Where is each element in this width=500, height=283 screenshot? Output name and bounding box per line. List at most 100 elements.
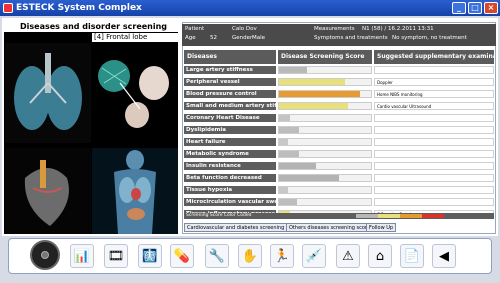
lung-model-image[interactable]: [5, 43, 91, 143]
disease-name: Beta function decreased: [184, 174, 276, 182]
score-bar: [278, 162, 372, 170]
score-bar: [278, 150, 372, 158]
disease-name: Metabolic syndrome: [184, 150, 276, 158]
tab-other-diseases[interactable]: Others diseases screening score: [286, 223, 373, 232]
suggested-examination: [374, 138, 494, 146]
back-icon[interactable]: ◀: [432, 244, 456, 268]
suggested-examination: [374, 174, 494, 182]
runner-icon[interactable]: 🏃: [270, 244, 294, 268]
score-bar: [278, 102, 372, 110]
suggested-examination: [374, 66, 494, 74]
score-bar-fill: [279, 91, 360, 97]
film-icon[interactable]: 🎞: [104, 244, 128, 268]
score-bar: [278, 174, 372, 182]
table-row[interactable]: Metabolic syndrome: [184, 150, 494, 159]
syringe-icon[interactable]: 💉: [302, 244, 326, 268]
title-bar: ESTECK System Complex _ □ ×: [0, 0, 500, 16]
maximize-button[interactable]: □: [468, 2, 482, 14]
table-row[interactable]: Tissue hypoxia: [184, 186, 494, 195]
suggested-examination: [374, 126, 494, 134]
visualization-title: Diseases and disorder screening modeling: [4, 22, 178, 41]
disease-name: Coronary Heart Disease: [184, 114, 276, 122]
suggested-examination: [374, 198, 494, 206]
score-bar-fill: [279, 151, 300, 157]
body-model-image[interactable]: [92, 148, 178, 234]
score-bar: [278, 78, 372, 86]
patient-info-bar: Patient Calo Dov Age 52 Gender Male Meas…: [182, 24, 496, 46]
suggested-examination: Doppler: [374, 78, 494, 86]
column-header-suggestions: Suggested supplementary examinations: [374, 50, 494, 64]
column-header-diseases: Diseases: [184, 50, 276, 64]
pill-icon[interactable]: 💊: [170, 244, 194, 268]
suggested-examination: [374, 114, 494, 122]
table-row[interactable]: Beta function decreased: [184, 174, 494, 183]
score-bar-fill: [279, 115, 291, 121]
table-row[interactable]: Dyslipidemia: [184, 126, 494, 135]
table-row[interactable]: Peripheral vessel Doppler: [184, 78, 494, 87]
symptoms-label: Symptoms and treatments: [314, 35, 388, 41]
table-row[interactable]: Insulin resistance: [184, 162, 494, 171]
score-bar-fill: [279, 187, 289, 193]
suggested-examination: [374, 186, 494, 194]
column-header-score: Disease Screening Score: [278, 50, 372, 64]
tab-cardiovascular-diabetes[interactable]: Cardiovascular and diabetes screening sc…: [184, 223, 303, 232]
score-bar-fill: [279, 79, 346, 85]
score-bar-fill: [279, 175, 339, 181]
tools-icon[interactable]: 🔧: [205, 244, 229, 268]
pdf-icon[interactable]: 📄: [400, 244, 424, 268]
disease-name: Dyslipidemia: [184, 126, 276, 134]
close-button[interactable]: ×: [484, 2, 498, 14]
jog-dial-icon[interactable]: [30, 240, 60, 270]
score-bar: [278, 66, 372, 74]
hand-icon[interactable]: ✋: [238, 244, 262, 268]
table-row[interactable]: Large artery stiffness: [184, 66, 494, 75]
disease-name: Peripheral vessel: [184, 78, 276, 86]
legend-label: Screening Score Color Coded: [186, 213, 252, 218]
legend-swatch: [378, 214, 400, 218]
patient-label: Patient: [185, 26, 205, 32]
legend-swatch: [356, 214, 378, 218]
screening-tabs: Cardiovascular and diabetes screening sc…: [184, 223, 494, 232]
app-icon: [3, 3, 13, 13]
table-row[interactable]: Microcirculation vascular swelling: [184, 198, 494, 207]
brain-model-image[interactable]: [92, 43, 178, 143]
disease-name: Insulin resistance: [184, 162, 276, 170]
score-bar-fill: [279, 199, 298, 205]
suggested-examination: Cardio vascular Ultrasound: [374, 102, 494, 110]
score-bar-fill: [279, 139, 289, 145]
gender-label: Gender: [232, 35, 253, 41]
heart-model-image[interactable]: [5, 148, 91, 234]
measurements-value: N1 (58) / 16.2.2011 13:31: [362, 26, 434, 32]
table-row[interactable]: Small and medium artery stiffness Cardio …: [184, 102, 494, 111]
disease-name: Small and medium artery stiffness: [184, 102, 276, 110]
disease-name: Heart failure: [184, 138, 276, 146]
legend-swatch: [400, 214, 422, 218]
score-bar-fill: [279, 67, 307, 73]
tab-follow-up[interactable]: Follow Up: [366, 223, 397, 232]
suggested-examination: [374, 162, 494, 170]
symptoms-value: No symptom, no treatment: [392, 35, 467, 41]
scan-icon[interactable]: 🩻: [138, 244, 162, 268]
table-row[interactable]: Coronary Heart Disease: [184, 114, 494, 123]
table-row[interactable]: Heart failure: [184, 138, 494, 147]
table-row[interactable]: Blood pressure control Home NIBS monitori…: [184, 90, 494, 99]
suggested-examination: Home NIBS monitoring: [374, 90, 494, 98]
score-bar-fill: [279, 163, 316, 169]
measurements-label: Measurements: [314, 26, 355, 32]
score-bar: [278, 186, 372, 194]
disease-name: Tissue hypoxia: [184, 186, 276, 194]
patient-name: Calo Dov: [232, 26, 257, 32]
age-value: 52: [210, 35, 217, 41]
score-bar-fill: [279, 127, 300, 133]
score-bar-fill: [279, 103, 348, 109]
score-bar: [278, 138, 372, 146]
chart-report-icon[interactable]: 📊: [70, 244, 94, 268]
score-bar: [278, 114, 372, 122]
application-window: ESTECK System Complex _ □ × Diseases and…: [0, 0, 500, 283]
minimize-button[interactable]: _: [452, 2, 466, 14]
score-bar: [278, 90, 372, 98]
home-icon[interactable]: ⌂: [368, 244, 392, 268]
warning-icon[interactable]: ⚠: [336, 244, 360, 268]
window-title: ESTECK System Complex: [16, 3, 142, 13]
score-bar: [278, 198, 372, 206]
